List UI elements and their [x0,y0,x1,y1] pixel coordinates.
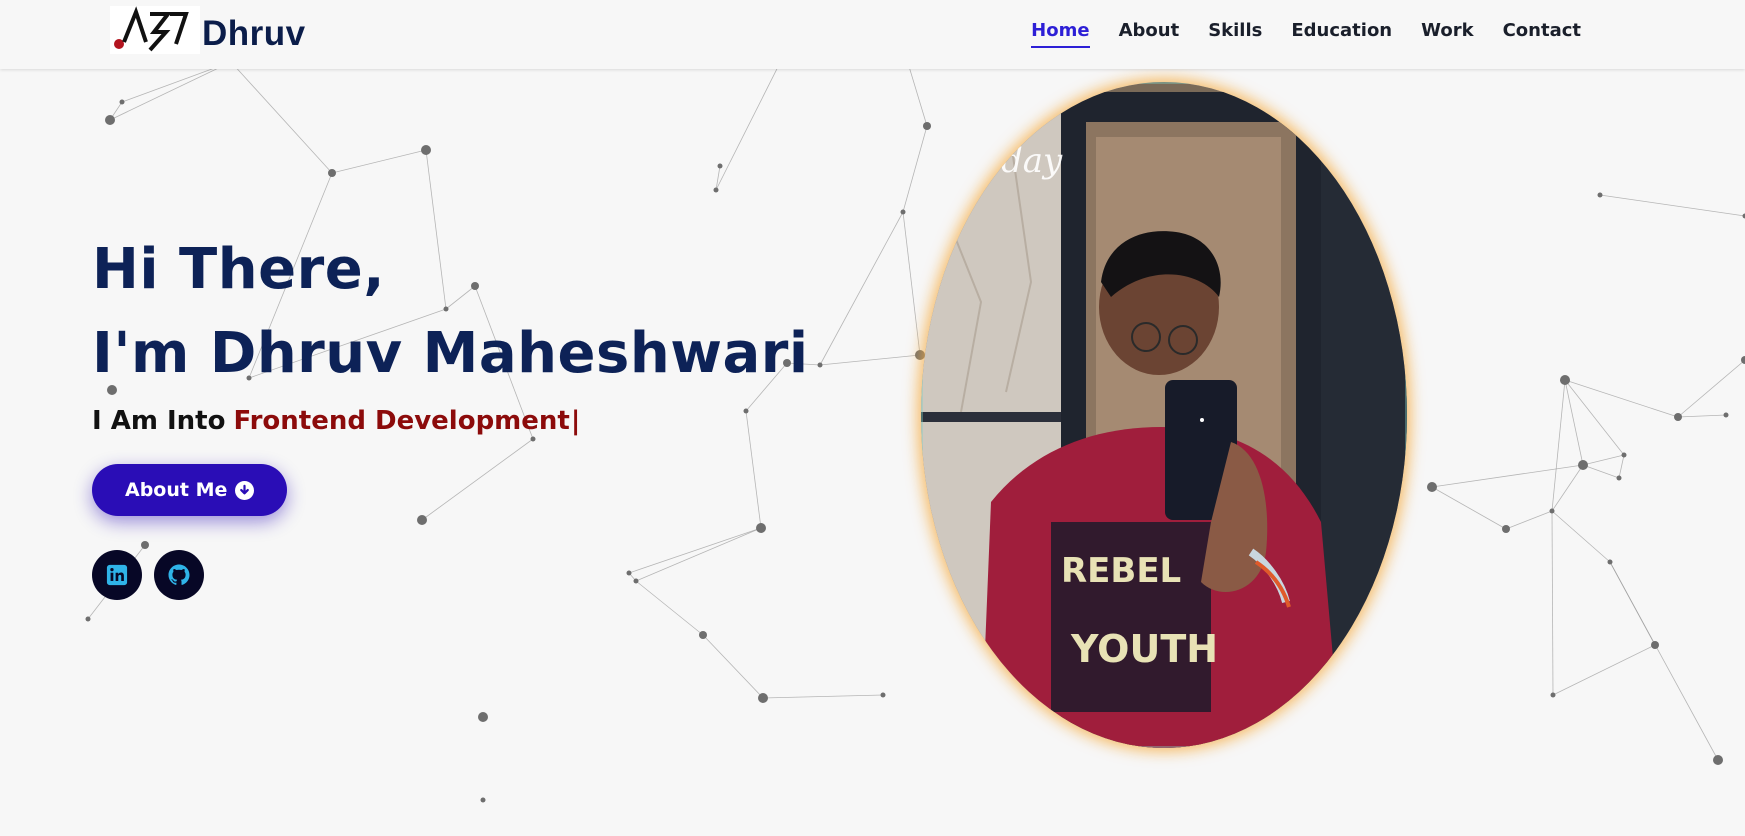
particle-link [902,211,921,356]
site-logo[interactable]: Dhruv [110,4,306,56]
particle-link [1551,510,1554,696]
particle-link [1564,379,1625,456]
particle-dot [817,362,823,368]
particle-link [1618,454,1625,479]
particle-link [1677,414,1727,418]
particle-dot [1616,475,1622,481]
particle-link [109,61,232,121]
particle-dot [1427,482,1437,492]
logo-mark-icon [110,6,200,54]
nav-about[interactable]: About [1119,20,1180,48]
nav-contact[interactable]: Contact [1503,20,1581,48]
particle-dot [717,163,723,169]
particle-dot [1713,755,1723,765]
particle-dot [85,616,91,622]
particle-link [1551,510,1611,563]
particle-dot [1597,192,1603,198]
particle-dot [1621,452,1627,458]
linkedin-link[interactable] [92,550,142,600]
particle-dot [713,187,719,193]
greeting-line-2: I'm Dhruv Maheshwari [92,321,809,386]
about-me-button[interactable]: About Me [92,464,288,516]
shirt-text-line1: REBEL [1061,551,1181,591]
main-nav: Home About Skills Education Work Contact [1031,20,1581,48]
particle-link [1609,561,1719,761]
particle-dot [758,693,768,703]
particle-dot [1549,508,1555,514]
tagline-role: Frontend Development [233,406,570,436]
particle-link [702,634,764,699]
github-icon [168,564,190,585]
particle-dot [1578,460,1588,470]
particle-dot [1560,375,1570,385]
about-me-label: About Me [125,479,228,501]
nav-work[interactable]: Work [1421,20,1473,48]
particle-link [331,149,427,174]
particle-dot [699,631,707,639]
particle-link [1599,194,1745,217]
particle-dot [1651,641,1659,649]
particle-link [1552,644,1656,696]
particle-link [1609,561,1656,646]
particle-link [1564,379,1679,418]
particle-link [1564,379,1584,466]
hero-greeting: Hi There, I'm Dhruv Maheshwari [92,228,809,396]
particle-dot [119,99,125,105]
particle-link [1431,486,1507,530]
hero-tagline: I Am Into Frontend Development | [92,406,809,436]
particle-dot [421,145,431,155]
particle-link [819,354,921,366]
greeting-line-1: Hi There, [92,237,385,302]
particle-link [715,165,721,191]
particle-dot [900,209,906,215]
particle-link [1677,359,1745,418]
particle-dot [1723,412,1729,418]
particle-dot [1607,559,1613,565]
shirt-text-line2: YOUTH [1070,627,1218,671]
particle-dot [478,712,488,722]
profile-photo-frame: day REBEL YOUTH [921,82,1407,748]
particle-dot [105,115,115,125]
particle-dot [1550,692,1556,698]
particle-dot [328,169,336,177]
particle-dot [1741,356,1745,364]
particle-link [1431,464,1584,488]
nav-skills[interactable]: Skills [1208,20,1262,48]
particle-dot [1502,525,1510,533]
nav-education[interactable]: Education [1291,20,1392,48]
particle-link [1505,510,1553,530]
hero-section: Hi There, I'm Dhruv Maheshwari I Am Into… [92,228,809,600]
particle-dot [1674,413,1682,421]
typing-caret: | [570,406,581,436]
particle-dot [480,797,486,803]
particle-link [819,211,904,366]
particle-link [230,61,333,174]
github-link[interactable] [154,550,204,600]
particle-link [1582,454,1625,466]
particle-link [1582,464,1620,479]
particle-link [109,101,123,121]
profile-photo: day REBEL YOUTH [921,82,1407,748]
social-links [92,550,809,600]
logo-text: Dhruv [202,14,306,53]
arrow-down-circle-icon [235,480,255,500]
mirror-script: day [1001,141,1063,181]
tagline-prefix: I Am Into [92,406,226,436]
particle-dot [880,692,886,698]
site-header: Dhruv Home About Skills Education Work C… [0,0,1745,69]
particle-link [1551,464,1584,512]
particle-link [762,694,884,699]
nav-home[interactable]: Home [1031,20,1090,48]
particle-link [1551,379,1566,512]
linkedin-icon [106,564,128,586]
